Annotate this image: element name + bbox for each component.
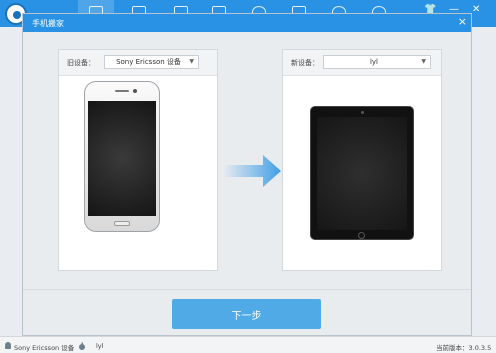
new-device-value: lyl [369, 58, 379, 66]
phone-camera [133, 89, 137, 93]
next-step-button[interactable]: 下一步 [172, 299, 321, 329]
caret-down-icon: ▼ [189, 58, 194, 65]
footer-divider [23, 289, 471, 290]
tablet-screen [317, 117, 407, 230]
android-phone-image [84, 81, 160, 232]
old-device-select[interactable]: Sony Ericsson 设备 ▼ [104, 55, 199, 69]
caret-down-icon: ▼ [421, 58, 426, 65]
new-device-label: 新设备： [291, 59, 319, 67]
tablet-home-button [358, 232, 365, 239]
tablet-camera [361, 111, 364, 114]
phone-speaker [115, 90, 129, 92]
phone-screen [88, 101, 156, 216]
close-app-button[interactable]: ✕ [472, 4, 480, 15]
status-device-2[interactable]: lyl [96, 342, 103, 350]
status-bar: Sony Ericsson 设备 lyl 当前版本：3.0.3.5 [0, 336, 496, 353]
transfer-dialog: 手机搬家 × 旧设备： Sony Ericsson 设备 ▼ 新设备： lyl … [22, 13, 472, 336]
dialog-header: 手机搬家 × [23, 14, 471, 32]
phone-home-button [114, 221, 130, 226]
status-device-1[interactable]: Sony Ericsson 设备 [14, 342, 74, 352]
apple-icon [79, 342, 85, 350]
dialog-title: 手机搬家 [32, 19, 64, 28]
transfer-arrow-icon [223, 155, 281, 187]
old-device-label: 旧设备： [67, 59, 95, 67]
version-text: 当前版本：3.0.3.5 [436, 344, 492, 352]
old-device-value: Sony Ericsson 设备 [116, 58, 181, 66]
close-icon[interactable]: × [458, 15, 467, 28]
new-device-header: 新设备： lyl ▼ [283, 50, 441, 76]
old-device-header: 旧设备： Sony Ericsson 设备 ▼ [59, 50, 217, 76]
ipad-tablet-image [310, 106, 414, 240]
android-icon [5, 342, 11, 349]
new-device-select[interactable]: lyl ▼ [323, 55, 431, 69]
